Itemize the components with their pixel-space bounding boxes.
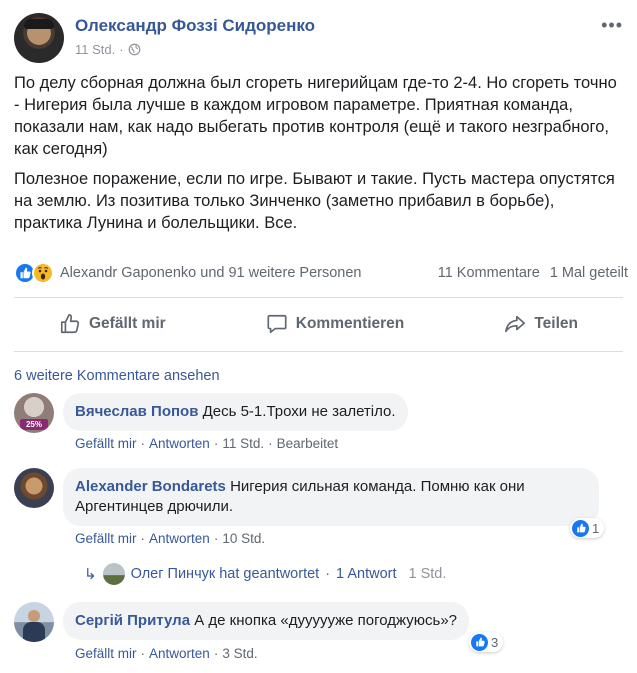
comment-like-link[interactable]: Gefällt mir <box>75 531 137 546</box>
like-icon <box>572 519 589 537</box>
reactors-link[interactable]: Alexandr Gaponenko und 91 weitere Person… <box>60 265 361 281</box>
post-author-name[interactable]: Олександр Фоззі Сидоренко <box>75 16 315 36</box>
reaction-count: 3 <box>491 634 499 650</box>
post-header: Олександр Фоззі Сидоренко 11 Std. · ••• <box>14 13 623 63</box>
reactions-summary: Alexandr Gaponenko und 91 weitere Person… <box>14 261 628 285</box>
comment-text: Нигерия сильная команда. Помню как они <box>230 478 525 495</box>
thumbs-up-icon <box>60 314 80 334</box>
divider <box>14 351 623 352</box>
like-button-label: Gefällt mir <box>89 315 166 332</box>
avatar-badge: 25% <box>20 419 48 430</box>
post-meta: 11 Std. · <box>75 42 141 57</box>
comment-text: Аргентинцев дрючили. <box>75 498 234 515</box>
comment-avatar[interactable] <box>14 602 54 642</box>
view-more-comments-link[interactable]: 6 weitere Kommentare ansehen <box>14 368 220 384</box>
globe-icon <box>128 43 140 56</box>
reply-author[interactable]: Олег Пинчук hat geantwortet <box>131 566 320 582</box>
comment-avatar[interactable] <box>14 468 54 508</box>
more-horizontal-icon[interactable]: ••• <box>601 15 623 36</box>
post-time[interactable]: 11 Std. <box>75 42 115 57</box>
reply-count[interactable]: 1 Antwort <box>336 566 396 582</box>
comments-count-link[interactable]: 11 Kommentare <box>438 265 540 281</box>
comment-like-link[interactable]: Gefällt mir <box>75 646 137 661</box>
comment-author[interactable]: Вячеслав Попов <box>75 403 198 420</box>
comment-like-link[interactable]: Gefällt mir <box>75 436 137 451</box>
reaction-count: 1 <box>592 520 600 536</box>
post-paragraph: Полезное поражение, если по игре. Бывают… <box>14 170 615 232</box>
comment-actions: Gefällt mir · Antworten · 10 Std. <box>75 531 266 546</box>
like-icon <box>471 633 488 651</box>
reply-avatar <box>102 563 125 585</box>
share-icon <box>505 315 526 333</box>
post-stats: 11 Kommentare 1 Mal geteilt <box>438 265 628 281</box>
comment-button[interactable]: Kommentieren <box>266 304 405 344</box>
comment-reply-link[interactable]: Antworten <box>149 531 210 546</box>
divider <box>14 297 623 298</box>
like-button[interactable]: Gefällt mir <box>59 304 166 344</box>
share-button-label: Teilen <box>534 315 578 332</box>
comment-reaction-badge[interactable]: 3 <box>469 632 504 652</box>
comment-reply-link[interactable]: Antworten <box>149 436 210 451</box>
wow-icon <box>32 262 54 284</box>
comment-bubble: Вячеслав Попов Десь 5-1.Трохи не залетіл… <box>63 393 408 431</box>
comment-actions: Gefällt mir · Antworten · 3 Std. <box>75 646 258 661</box>
comment-text: А де кнопка «дуууууже погоджуюсь»? <box>194 612 457 629</box>
comment-edited: Bearbeitet <box>276 436 339 451</box>
comment-button-label: Kommentieren <box>295 315 405 332</box>
comment-bubble: Alexander Bondarets Нигерия сильная кома… <box>63 468 599 526</box>
comment-bubble: Сергій Притула А де кнопка «дуууууже пог… <box>63 602 469 640</box>
comment-time[interactable]: 10 Std. <box>222 531 265 546</box>
comment-icon <box>267 314 287 334</box>
replies-link[interactable]: ↳ Олег Пинчук hat geantwortet · 1 Antwor… <box>84 563 446 585</box>
comment-author[interactable]: Alexander Bondarets <box>75 478 226 495</box>
comment-text: Десь 5-1.Трохи не залетіло. <box>202 403 396 420</box>
shares-count-link[interactable]: 1 Mal geteilt <box>550 265 628 281</box>
post-action-bar: Gefällt mir Kommentieren Teilen <box>14 304 623 344</box>
comment-avatar[interactable]: 25% <box>14 393 54 433</box>
post-body: По делу сборная должна был сгореть нигер… <box>14 72 626 242</box>
comment-time[interactable]: 3 Std. <box>222 646 257 661</box>
comment-reaction-badge[interactable]: 1 <box>570 518 605 538</box>
comment: Сергій Притула А де кнопка «дуууууже пог… <box>14 602 623 667</box>
reply-time: 1 Std. <box>408 566 447 582</box>
reaction-icons[interactable] <box>14 262 54 284</box>
comment: Alexander Bondarets Нигерия сильная кома… <box>14 468 623 548</box>
reply-arrow-icon: ↳ <box>84 566 97 583</box>
comment-actions: Gefällt mir · Antworten · 11 Std. · Bearbeitet <box>75 436 339 451</box>
comment-time[interactable]: 11 Std. <box>222 436 264 451</box>
comment-reply-link[interactable]: Antworten <box>149 646 210 661</box>
reply-separator: · <box>325 566 331 582</box>
share-button[interactable]: Teilen <box>504 304 578 344</box>
author-avatar[interactable] <box>14 13 64 63</box>
post-paragraph: По делу сборная должна был сгореть нигер… <box>14 74 617 158</box>
comment: 25% Вячеслав Попов Десь 5-1.Трохи не зал… <box>14 393 623 453</box>
comment-author[interactable]: Сергій Притула <box>75 612 190 629</box>
